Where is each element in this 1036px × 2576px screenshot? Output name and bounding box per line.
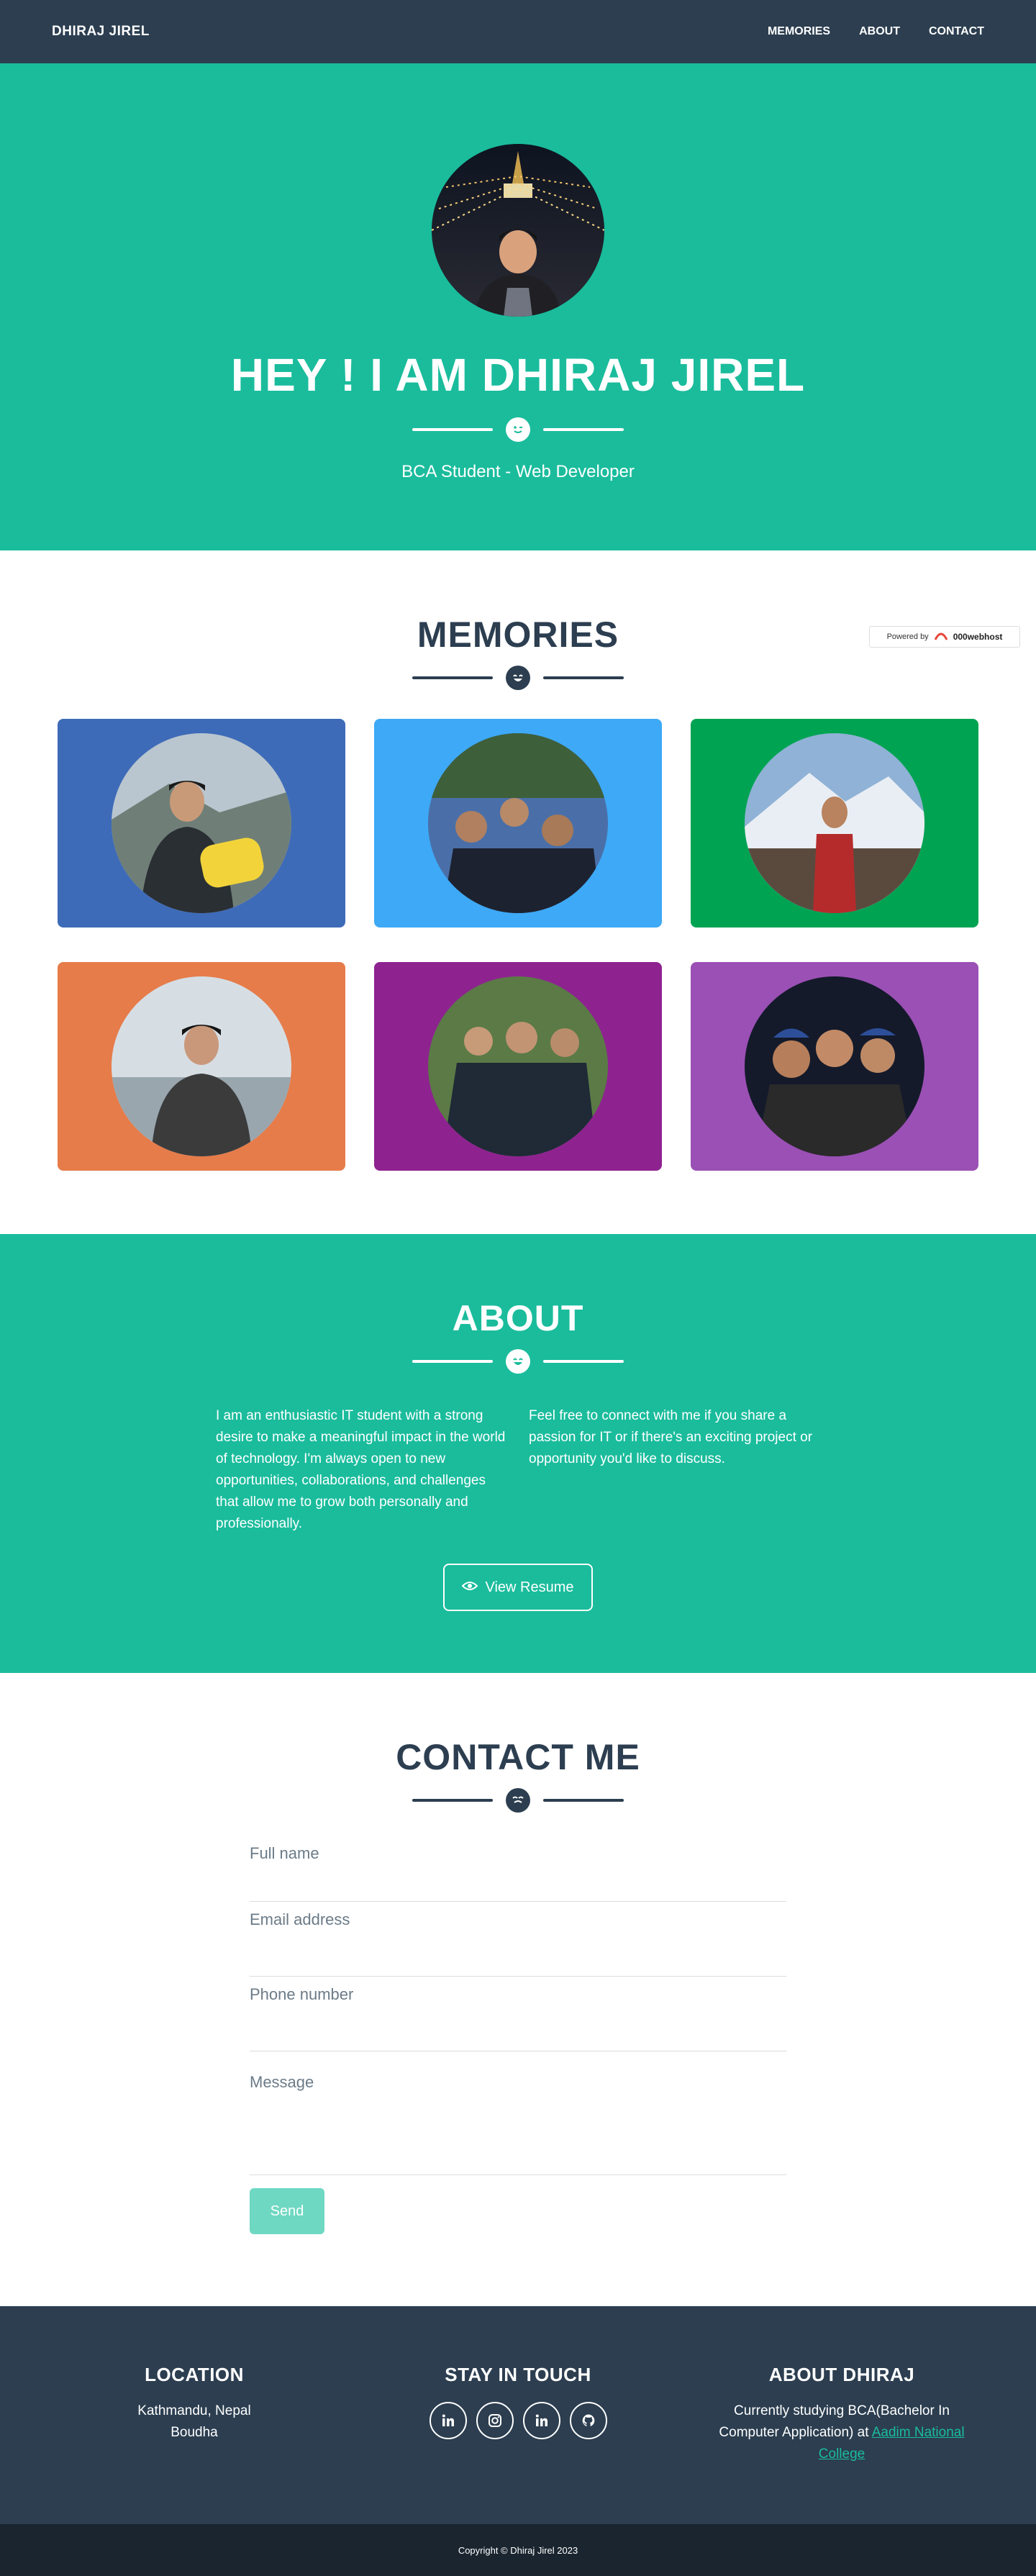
navbar: DHIRAJ JIREL MEMORIES ABOUT CONTACT (0, 0, 1036, 63)
memory-card[interactable] (691, 962, 978, 1171)
memory-photo (428, 976, 608, 1156)
grin-face-icon (506, 666, 530, 690)
memory-card[interactable] (374, 962, 662, 1171)
about-section: ABOUT I am an enthusiastic IT student wi… (0, 1234, 1036, 1673)
divider-line (543, 1360, 624, 1363)
hero-section: HEY ! I AM DHIRAJ JIREL BCA Student - We… (0, 63, 1036, 550)
about-text-right: Feel free to connect with me if you shar… (529, 1408, 813, 1466)
memory-card[interactable] (58, 962, 345, 1171)
location-title: LOCATION (145, 2364, 244, 2385)
email-input[interactable] (250, 1910, 786, 1929)
contact-divider (412, 1788, 624, 1813)
message-field-wrapper (250, 2051, 786, 2175)
divider-line (412, 1799, 493, 1802)
nav-link-memories[interactable]: MEMORIES (768, 25, 830, 38)
memory-card[interactable] (374, 719, 662, 928)
location-line-1: Kathmandu, Nepal (137, 2403, 251, 2418)
social-title: STAY IN TOUCH (445, 2364, 591, 2385)
powered-brand: 000webhost (953, 632, 1003, 642)
phone-input[interactable] (250, 1985, 786, 2004)
divider-line (412, 676, 493, 679)
memory-photo (745, 976, 924, 1156)
about-divider (412, 1349, 624, 1374)
about-columns: I am an enthusiastic IT student with a s… (216, 1405, 820, 1535)
memory-card[interactable] (691, 719, 978, 928)
divider-line (543, 676, 624, 679)
copyright-text: Copyright © Dhiraj Jirel 2023 (458, 2544, 578, 2556)
send-button[interactable]: Send (250, 2188, 324, 2234)
nav-links: MEMORIES ABOUT CONTACT (768, 25, 984, 38)
divider-line (543, 1799, 624, 1802)
about-title: ABOUT (452, 1298, 584, 1338)
nav-link-about[interactable]: ABOUT (859, 25, 900, 38)
instagram-icon[interactable] (476, 2402, 514, 2439)
email-field-wrapper (250, 1902, 786, 1977)
nav-link-contact[interactable]: CONTACT (929, 25, 984, 38)
brand-logo[interactable]: DHIRAJ JIREL (52, 24, 150, 40)
view-resume-label: View Resume (485, 1579, 574, 1595)
powered-by-badge[interactable]: Powered by 000webhost (869, 626, 1020, 648)
contact-section: CONTACT ME Send (0, 1673, 1036, 2306)
divider-line (412, 1360, 493, 1363)
footer-social: STAY IN TOUCH (381, 2364, 655, 2524)
divider-line (412, 428, 493, 431)
about-dhiraj-title: ABOUT DHIRAJ (768, 2364, 915, 2385)
about-text-left: I am an enthusiastic IT student with a s… (216, 1408, 506, 1531)
memory-photo (112, 733, 291, 913)
webhost-logo-icon (934, 631, 948, 643)
message-textarea[interactable] (250, 2073, 786, 2167)
linkedin-icon[interactable] (522, 2402, 560, 2439)
memory-photo (745, 733, 924, 913)
github-icon[interactable] (569, 2402, 607, 2439)
divider-line (543, 428, 624, 431)
footer-location: LOCATION Kathmandu, Nepal Boudha (58, 2364, 331, 2524)
linkedin-icon[interactable] (429, 2402, 467, 2439)
location-line-2: Boudha (171, 2425, 218, 2440)
memory-photo (112, 976, 291, 1156)
footer: LOCATION Kathmandu, Nepal Boudha STAY IN… (0, 2306, 1036, 2524)
eye-icon (462, 1579, 478, 1596)
about-dhiraj-text: Currently studying BCA(Bachelor In Compu… (705, 2400, 978, 2465)
hero-divider (412, 417, 624, 442)
powered-by-text: Powered by (886, 632, 929, 641)
full-name-input[interactable] (250, 1844, 786, 1863)
view-resume-button[interactable]: View Resume (443, 1564, 593, 1611)
memory-card[interactable] (58, 719, 345, 928)
location-text: Kathmandu, Nepal Boudha (58, 2400, 331, 2444)
copyright-bar: Copyright © Dhiraj Jirel 2023 (0, 2524, 1036, 2576)
hero-subtitle: BCA Student - Web Developer (401, 462, 635, 481)
phone-field-wrapper (250, 1977, 786, 2051)
footer-about: ABOUT DHIRAJ Currently studying BCA(Bach… (705, 2364, 978, 2524)
hero-title: HEY ! I AM DHIRAJ JIREL (230, 349, 806, 401)
name-field-wrapper (250, 1844, 786, 1902)
contact-form: Send (250, 1844, 786, 2234)
memories-divider (0, 666, 1036, 690)
memories-grid (0, 719, 1036, 1171)
wink-face-icon (506, 417, 530, 442)
grin-face-icon (506, 1349, 530, 1374)
profile-photo (432, 144, 604, 317)
social-links (381, 2402, 655, 2439)
memories-section: MEMORIES Powered by 000webhost (0, 550, 1036, 1234)
dizzy-face-icon (506, 1788, 530, 1813)
contact-title: CONTACT ME (396, 1737, 640, 1777)
memory-photo (428, 733, 608, 913)
